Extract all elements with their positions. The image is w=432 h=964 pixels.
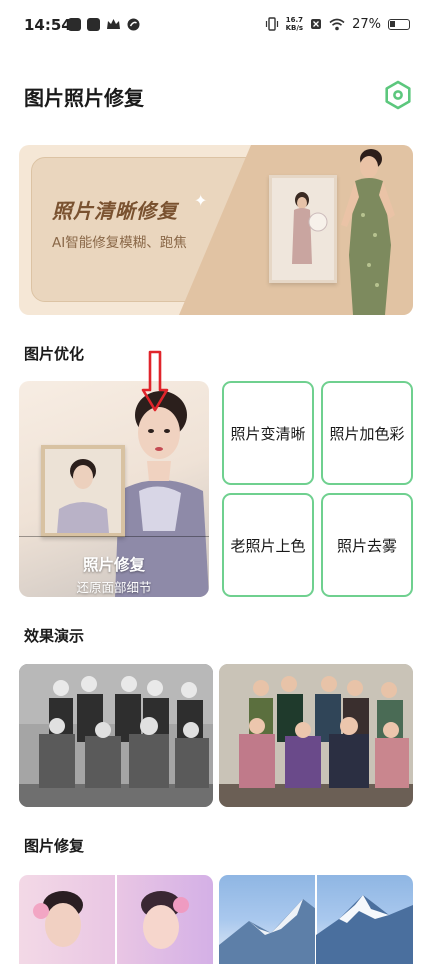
network-speed: 16.7 KB/s: [286, 16, 303, 32]
photo-repair-desc: 还原面部细节: [76, 580, 152, 595]
banner-title: 照片清晰修复: [52, 199, 178, 223]
photo-repair-title: 照片修复: [82, 556, 145, 574]
status-bar: 14:54 16.7 KB/s 27%: [0, 0, 432, 52]
banner-subtitle: AI智能修复模糊、跑焦: [52, 235, 187, 251]
old-photo-colorize-button[interactable]: 老照片上色: [222, 493, 314, 597]
banner-model-figure: [341, 149, 395, 315]
page-title: 图片照片修复: [24, 86, 144, 110]
wifi-icon: [329, 18, 345, 30]
section-title-demo: 效果演示: [24, 627, 85, 645]
red-arrow-icon: [141, 350, 169, 412]
video-app-icon: [68, 18, 81, 31]
mail-app-icon: [87, 18, 100, 31]
network-speed-unit: KB/s: [285, 24, 304, 32]
section-title-optimize: 图片优化: [24, 345, 85, 363]
battery-percent: 27%: [352, 16, 381, 32]
demo-after-image[interactable]: [219, 664, 413, 807]
network-speed-value: 16.7: [285, 16, 303, 24]
card-divider: [19, 536, 209, 537]
system-indicators: 16.7 KB/s 27%: [265, 16, 410, 32]
no-sim-icon: [311, 19, 322, 29]
repair-landscape-preview[interactable]: [219, 875, 413, 964]
repair-portrait-preview[interactable]: [19, 875, 213, 964]
photo-repair-card[interactable]: 照片修复 还原面部细节: [19, 381, 209, 597]
crown-icon: [107, 19, 120, 29]
hexagon-settings-icon[interactable]: [382, 79, 414, 111]
photo-clarity-banner[interactable]: 照片清晰修复 ✦ AI智能修复模糊、跑焦: [19, 145, 413, 315]
framed-old-photo: [41, 445, 125, 537]
demo-before-image[interactable]: [19, 664, 213, 807]
enhance-clarity-button[interactable]: 照片变清晰: [222, 381, 314, 485]
section-title-repair: 图片修复: [24, 837, 85, 855]
add-color-button[interactable]: 照片加色彩: [321, 381, 413, 485]
vibrate-icon: [265, 17, 278, 31]
sync-app-icon: [127, 18, 140, 31]
battery-icon: [388, 18, 410, 30]
dehaze-button[interactable]: 照片去雾: [321, 493, 413, 597]
status-time: 14:54: [24, 16, 72, 34]
notification-icons: [68, 18, 140, 31]
sparkle-icon: ✦: [194, 191, 208, 210]
